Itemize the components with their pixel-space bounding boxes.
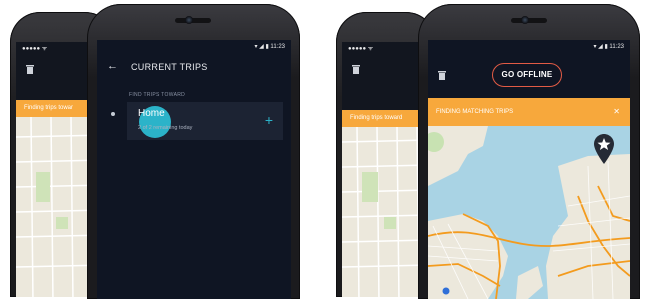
go-offline-button[interactable]: GO OFFLINE xyxy=(492,63,562,87)
destination-title: Home xyxy=(138,108,165,119)
trash-icon[interactable] xyxy=(438,70,446,80)
trash-icon[interactable] xyxy=(26,64,34,74)
banner-text: FINDING MATCHING TRIPS xyxy=(436,109,514,115)
trip-destination-card[interactable]: Home 2 of 2 remaining today + xyxy=(127,102,283,140)
finding-trips-banner: Finding trips toward xyxy=(342,110,430,127)
map[interactable] xyxy=(342,127,430,297)
destination-subtitle: 2 of 2 remaining today xyxy=(138,125,193,131)
phone-left-front: ▾ ◢ ▮ 11:23 ← CURRENT TRIPS FIND TRIPS T… xyxy=(87,4,300,299)
section-label: FIND TRIPS TOWARD xyxy=(129,92,186,98)
status-time: 11:23 xyxy=(609,44,624,50)
phone-right-front: ▾ ◢ ▮ 11:23 GO OFFLINE FINDING MATCHING … xyxy=(418,4,640,299)
status-time: 11:23 xyxy=(270,44,285,50)
close-icon[interactable]: ✕ xyxy=(613,98,620,126)
add-button[interactable]: + xyxy=(265,112,273,128)
destination-pin-icon[interactable] xyxy=(594,134,614,164)
status-bar: ▾ ◢ ▮ 11:23 xyxy=(97,40,291,54)
signal-icon: ▾ ◢ ▮ xyxy=(254,44,271,50)
home-pin-icon xyxy=(111,112,115,116)
signal-icon: ▾ ◢ ▮ xyxy=(593,44,610,50)
page-title: CURRENT TRIPS xyxy=(131,62,208,72)
map[interactable] xyxy=(428,126,630,299)
back-arrow-icon[interactable]: ← xyxy=(107,60,118,72)
finding-trips-banner: FINDING MATCHING TRIPS ✕ xyxy=(428,98,630,126)
status-bar-left: ●●●●● ᯤ xyxy=(348,46,374,52)
phone-right-back-screen: ●●●●● ᯤ Finding trips toward xyxy=(342,42,430,297)
phone-left-front-screen: ▾ ◢ ▮ 11:23 ← CURRENT TRIPS FIND TRIPS T… xyxy=(97,40,291,299)
banner-text: Finding trips towar xyxy=(24,105,74,111)
phone-right-front-screen: ▾ ◢ ▮ 11:23 GO OFFLINE FINDING MATCHING … xyxy=(428,40,630,299)
go-offline-label: GO OFFLINE xyxy=(501,70,553,79)
trash-icon[interactable] xyxy=(352,64,360,74)
status-bar: ▾ ◢ ▮ 11:23 xyxy=(428,40,630,54)
banner-text: Finding trips toward xyxy=(350,115,403,121)
